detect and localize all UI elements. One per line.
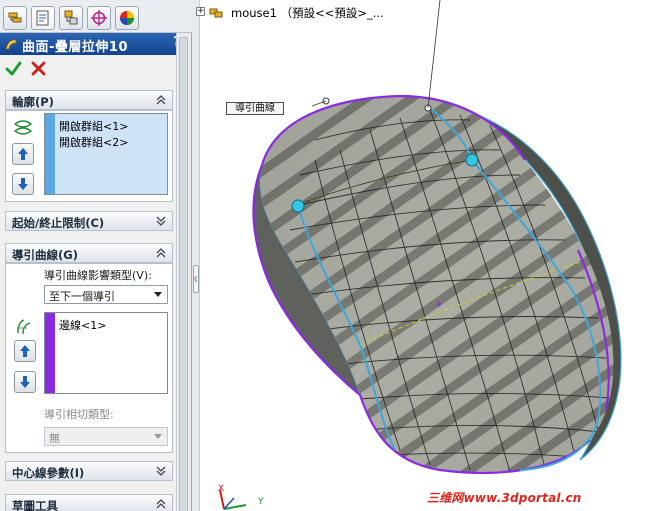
guide-curves-section-title: 導引曲線(G) (12, 248, 78, 262)
triad-x-label: X (218, 484, 225, 494)
reference-triad: X Y (210, 478, 270, 511)
expand-down-icon[interactable] (155, 215, 167, 227)
start-end-section-header[interactable]: 起始/終止限制(C) (5, 211, 173, 231)
profiles-section-title: 輪廓(P) (12, 95, 54, 109)
dropdown-arrow-icon (154, 292, 162, 297)
watermark-text: 三维网www.3dportal.cn (427, 491, 582, 505)
manager-tabs (0, 0, 192, 33)
profile-item[interactable]: 開啟群組<2> (59, 134, 128, 150)
dimxpert-icon (91, 10, 107, 26)
arrow-up-icon (20, 345, 30, 357)
collapse-panel-handle[interactable] (193, 265, 199, 293)
arrow-down-icon (18, 178, 28, 190)
tangency-type-value: 無 (49, 432, 60, 445)
move-up-button[interactable] (14, 340, 36, 362)
profile-item[interactable]: 開啟群組<1> (59, 118, 128, 134)
collapse-up-icon[interactable] (155, 247, 167, 259)
property-manager-title-bar: 曲面-疊層拉伸10 ? (0, 33, 190, 55)
property-manager-tab[interactable] (31, 6, 55, 30)
property-manager-icon (36, 10, 49, 26)
guide-curve-item[interactable]: 邊線<1> (59, 317, 106, 333)
move-down-button[interactable] (14, 371, 36, 393)
part-name[interactable]: mouse1 （預設<<預設>_... (231, 5, 384, 21)
panel-splitter[interactable] (192, 0, 200, 511)
tangency-type-label: 導引相切類型: (44, 408, 114, 421)
move-up-button[interactable] (12, 143, 34, 165)
collapse-arrow-icon (194, 276, 197, 282)
profiles-selection-box[interactable]: 開啟群組<1> 開啟群組<2> (44, 113, 168, 195)
property-manager-panel: 曲面-疊層拉伸10 ? 輪廓(P) 開啟群組<1> 開啟群組<2> 起始/終止限… (0, 0, 192, 511)
configuration-manager-icon (64, 10, 78, 25)
influence-type-label: 導引曲線影響類型(V): (44, 269, 152, 282)
dimxpert-tab[interactable] (87, 6, 111, 30)
part-icon (209, 8, 223, 18)
profiles-color-bar (45, 114, 55, 194)
start-end-section-title: 起始/終止限制(C) (12, 216, 105, 230)
confirm-row (0, 55, 190, 83)
guide-curves-selection-box[interactable]: 邊線<1> (44, 312, 168, 394)
influence-type-value: 至下一個導引 (49, 290, 115, 303)
profiles-section-body: 開啟群組<1> 開啟群組<2> (5, 110, 173, 202)
centerline-section-header[interactable]: 中心線參數(I) (5, 461, 173, 481)
feature-manager-tab[interactable] (3, 6, 27, 30)
sketch-tools-section-title: 草圖工具 (12, 499, 58, 511)
display-manager-tab[interactable] (115, 6, 139, 30)
configuration-manager-tab[interactable] (59, 6, 83, 30)
ok-check-icon[interactable] (5, 60, 22, 77)
collapse-up-icon[interactable] (155, 498, 167, 510)
panel-scrollbar[interactable] (176, 33, 190, 511)
dropdown-arrow-icon (154, 434, 162, 439)
influence-type-select[interactable]: 至下一個導引 (44, 285, 168, 304)
guide-curves-color-bar (45, 313, 55, 393)
centerline-section-title: 中心線參數(I) (12, 466, 85, 480)
cancel-x-icon[interactable] (30, 60, 47, 77)
arrow-up-icon (18, 148, 28, 160)
profile-icon (13, 120, 33, 135)
graphics-area[interactable] (201, 0, 650, 511)
tangency-type-select[interactable]: 無 (44, 427, 168, 446)
expand-toggle-icon[interactable]: + (196, 7, 205, 16)
feature-manager-icon (8, 12, 22, 23)
triad-y-label: Y (258, 497, 264, 507)
loft-surface-icon (5, 39, 17, 50)
arrow-down-icon (20, 376, 30, 388)
feature-title: 曲面-疊層拉伸10 (22, 40, 128, 55)
mouse-surface-model[interactable] (201, 0, 650, 511)
guide-curves-section-body: 導引曲線影響類型(V): 至下一個導引 邊線<1> 導引相切類型: 無 (5, 263, 173, 453)
collapse-up-icon[interactable] (155, 94, 167, 106)
sketch-tools-section-header[interactable]: 草圖工具 (5, 494, 173, 511)
expand-down-icon[interactable] (155, 465, 167, 477)
profiles-section-header[interactable]: 輪廓(P) (5, 90, 173, 110)
guide-curves-section-header[interactable]: 導引曲線(G) (5, 243, 173, 263)
display-manager-icon (120, 11, 134, 25)
guide-curve-callout-label[interactable]: 導引曲線 (226, 102, 284, 115)
guide-curve-icon (17, 319, 31, 335)
move-down-button[interactable] (12, 173, 34, 195)
scrollbar-thumb[interactable] (179, 37, 188, 511)
